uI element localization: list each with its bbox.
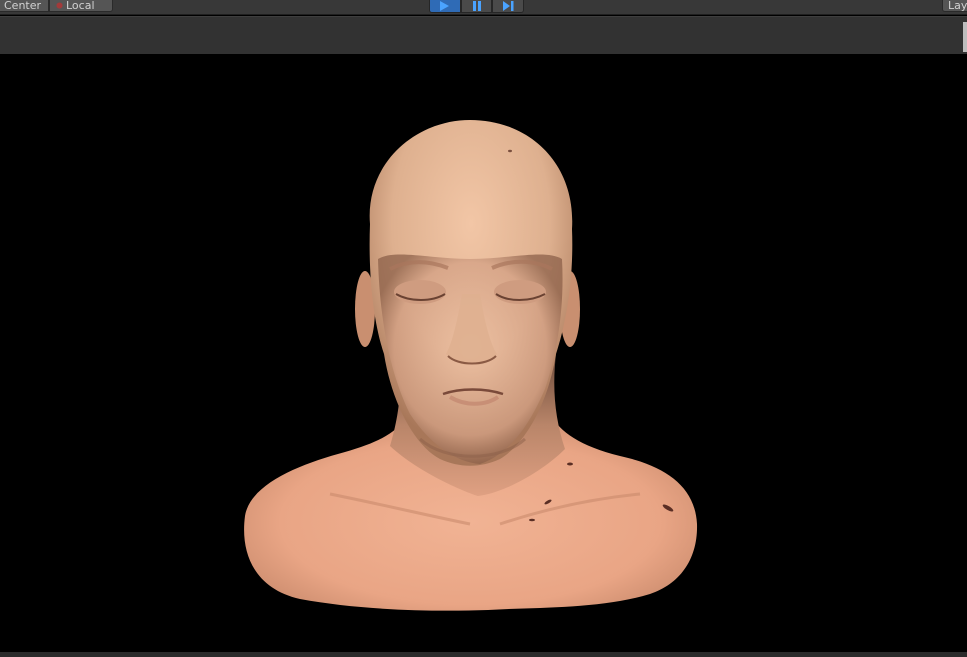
globe-icon bbox=[56, 2, 63, 9]
step-button[interactable] bbox=[492, 0, 525, 13]
layers-label: Lay bbox=[948, 0, 967, 12]
playback-controls bbox=[429, 0, 525, 14]
pause-icon bbox=[472, 1, 481, 11]
status-strip bbox=[0, 652, 967, 657]
scene-view-header bbox=[0, 16, 967, 55]
play-button[interactable] bbox=[429, 0, 461, 13]
scrollbar-edge[interactable] bbox=[963, 22, 967, 52]
play-icon bbox=[440, 1, 450, 11]
head-bust-model bbox=[244, 120, 698, 611]
pivot-center-button[interactable]: Center bbox=[0, 0, 49, 12]
editor-toolbar: Center Local Lay bbox=[0, 0, 967, 15]
layers-dropdown[interactable]: Lay bbox=[942, 0, 967, 12]
pivot-local-button[interactable]: Local bbox=[49, 0, 113, 12]
step-icon bbox=[503, 1, 514, 11]
pause-button[interactable] bbox=[460, 0, 493, 13]
scene-viewport[interactable] bbox=[0, 54, 967, 652]
pivot-center-label: Center bbox=[4, 0, 42, 12]
pivot-local-label: Local bbox=[66, 0, 95, 12]
